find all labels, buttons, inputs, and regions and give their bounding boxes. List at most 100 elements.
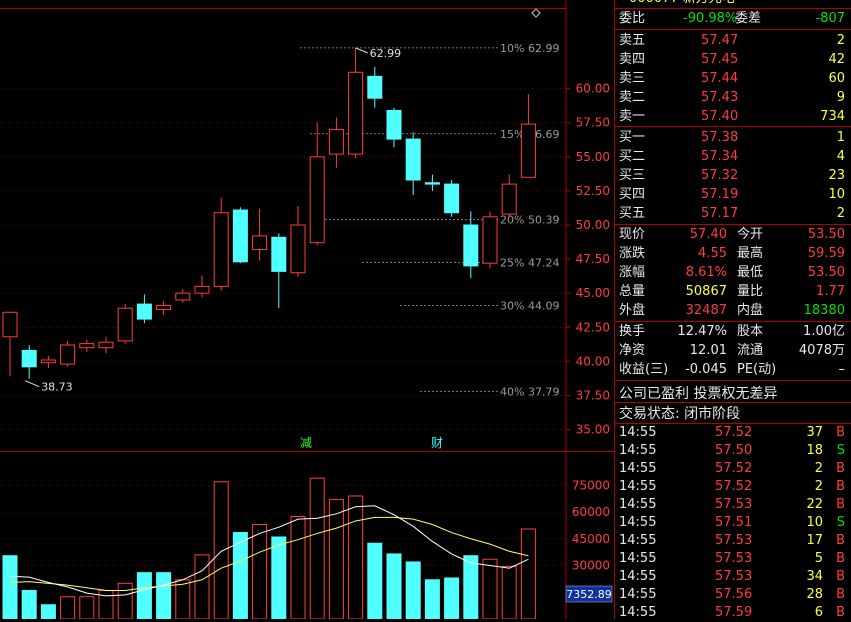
tick-time: 14:55 [619,425,657,440]
volume-bar-up [520,528,536,619]
tick-row[interactable]: 14:55 57.51 10 S [619,514,845,532]
stat-value: 32487 [685,303,727,318]
stat2-row: 收益(三) -0.045 PE(动) – [619,361,845,379]
ask-volume: 734 [820,109,845,124]
price-tick-label: 42.50 [576,320,610,334]
tick-row[interactable]: 14:55 57.56 28 B [619,586,845,604]
ask-label: 卖三 [619,71,646,86]
tick-row[interactable]: 14:55 57.53 34 B [619,568,845,586]
stat-label: 股本 [737,324,764,339]
bid-price: 57.32 [701,168,739,183]
stat-value: 4078万 [798,343,845,358]
tick-side: B [836,461,845,476]
tick-row[interactable]: 14:55 57.52 37 B [619,424,845,442]
tick-row[interactable]: 14:55 57.53 17 B [619,532,845,550]
tick-volume: 2 [814,479,823,494]
volume-tick-label: 60000 [572,505,610,519]
candle-up [40,359,56,364]
stat-label: 今开 [737,227,764,242]
tick-row[interactable]: 14:55 57.59 6 B [619,604,845,622]
candle-down [367,75,383,99]
ask-row: 卖四 57.45 42 [619,51,845,69]
ask-volume: 9 [836,90,845,105]
price-tick-label: 47.50 [576,252,610,266]
kline-chart-area[interactable]: 60.00 57.50 55.00 52.50 50.00 47.50 45.00 42.50… [0,0,614,619]
bid-volume: 4 [836,149,845,164]
tick-side: B [836,605,845,620]
fib-level-label: 40% 37.79 [500,386,559,399]
candle-up [252,235,268,251]
ask-row: 卖二 57.43 9 [619,89,845,107]
stat-value: 53.50 [807,227,845,242]
volume-bar-up [290,516,306,619]
ask-row: 卖三 57.44 60 [619,70,845,88]
fib-level-label: 30% 44.09 [500,300,559,313]
tick-price: 57.56 [715,587,753,602]
candle-up [98,341,114,349]
volume-bar-down [156,572,172,619]
tick-price: 57.52 [715,461,753,476]
tick-side: B [836,569,845,584]
ask-label: 卖二 [619,90,646,105]
candle-down [444,183,460,214]
tick-volume: 37 [806,425,823,440]
volume-bar-up [213,481,229,619]
ask-volume: 2 [836,33,845,48]
price-tick-label: 40.00 [576,354,610,368]
tick-volume: 6 [814,605,823,620]
ask-price: 57.43 [701,90,739,105]
stat-value: 4.55 [698,246,727,261]
volume-bar-down [136,572,152,619]
tick-time: 14:55 [619,443,657,458]
low-marker-line [25,380,40,388]
stat-label: 收益(三) [619,362,669,377]
volume-tick-label: 75000 [572,478,610,492]
ask-row: 卖一 57.40 734 [619,108,845,126]
weibi-row: 委比 -90.98% 委差 -807 [619,10,845,28]
volume-bar-up [348,495,364,619]
stat2-row: 换手 12.47% 股本 1.00亿 [619,323,845,341]
price-tick-label: 45.00 [576,286,610,300]
tick-row[interactable]: 14:55 57.50 18 S [619,442,845,460]
price-tick-label: 50.00 [576,218,610,232]
candle-up [156,304,172,311]
stat-label: 流通 [737,343,764,358]
stat-value: 18380 [803,303,845,318]
tick-time: 14:55 [619,569,657,584]
candle-up [501,183,517,215]
volume-bar-down [2,555,18,619]
tick-side: B [836,587,845,602]
volume-bar-down [232,532,248,619]
volume-bar-up [482,558,498,619]
price-tick-label: 55.00 [576,150,610,164]
weibi-label: 委比 [619,11,646,26]
stat-value: 53.50 [807,265,845,280]
volume-bar-down [40,604,56,619]
tick-row[interactable]: 14:55 57.53 5 B [619,550,845,568]
stat-label: 涨幅 [619,265,646,280]
high-marker-line [355,47,368,54]
ask-volume: 42 [828,52,845,67]
tick-time: 14:55 [619,461,657,476]
tick-row[interactable]: 14:55 57.52 2 B [619,478,845,496]
stat-row: 涨跌 4.55 最高 59.59 [619,245,845,263]
tick-time: 14:55 [619,587,657,602]
tick-time: 14:55 [619,497,657,512]
bid-price: 57.17 [701,206,739,221]
candle-down [424,182,440,185]
volume-bar-up [328,499,344,619]
tick-time: 14:55 [619,479,657,494]
stat-value: 8.61% [685,265,727,280]
trade-status: 交易状态: 闭市阶段 [619,406,741,422]
tick-row[interactable]: 14:55 57.53 22 B [619,496,845,514]
candle-down [232,209,248,263]
tick-price: 57.50 [715,443,753,458]
tick-time: 14:55 [619,605,657,620]
volume-bar-down [271,536,287,619]
volume-bar-up [194,554,210,619]
bid-volume: 2 [836,206,845,221]
kline-chart[interactable]: 60.00 57.50 55.00 52.50 50.00 47.50 45.00 42.50… [0,0,614,619]
stat-label: PE(动) [737,362,777,377]
bid-row: 买三 57.32 23 [619,167,845,185]
tick-row[interactable]: 14:55 57.52 2 B [619,460,845,478]
